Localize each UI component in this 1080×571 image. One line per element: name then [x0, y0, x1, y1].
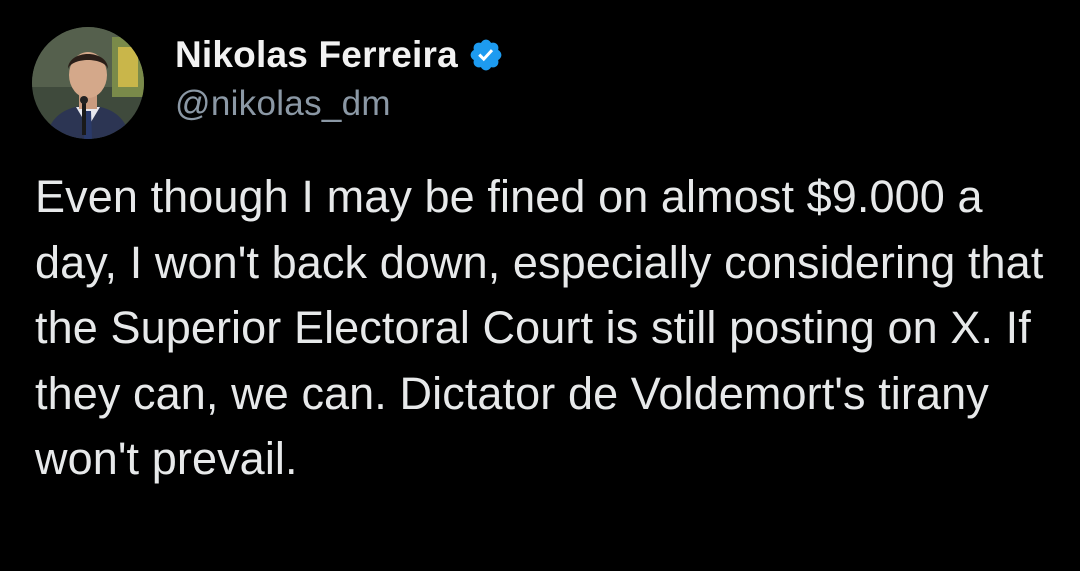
tweet-card: Nikolas Ferreira @nikolas_dm Even though… — [0, 0, 1080, 571]
avatar[interactable] — [32, 27, 144, 139]
display-name[interactable]: Nikolas Ferreira — [175, 34, 458, 76]
name-row: Nikolas Ferreira — [175, 32, 504, 78]
tweet-text: Even though I may be fined on almost $9.… — [35, 171, 1044, 484]
profile-photo — [32, 27, 144, 139]
tweet-header: Nikolas Ferreira @nikolas_dm — [175, 32, 504, 124]
user-handle[interactable]: @nikolas_dm — [175, 84, 504, 124]
verified-badge-icon — [468, 37, 504, 73]
